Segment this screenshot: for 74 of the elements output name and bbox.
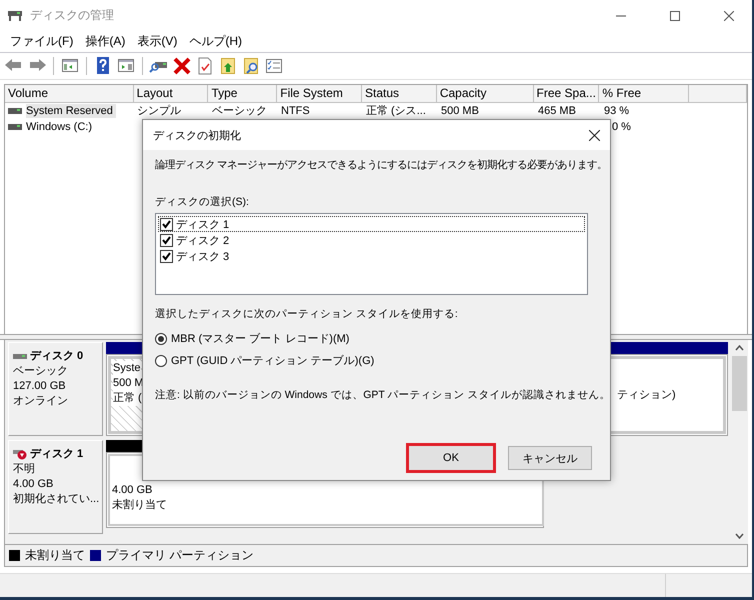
disk-info-panel[interactable]: ディスク 1 不明 4.00 GB 初期化されてい... [8,440,103,534]
dialog-message: 論理ディスク マネージャーがアクセスできるようにするにはディスクを初期化する必要があります。 [155,158,607,173]
column-header[interactable]: File System [277,85,362,102]
list-item-label: ディスク 2 [176,234,230,248]
disk-app-icon [8,10,22,20]
volume-name[interactable]: Windows (C:) [26,120,96,134]
disk-size: 127.00 GB [13,379,66,394]
disk-name: ディスク 0 [30,349,84,364]
list-item[interactable]: ディスク 1 [158,216,585,232]
table-cell: 93 % [604,104,630,118]
table-cell: ベーシック [212,104,267,118]
scroll-up-icon[interactable] [735,345,744,351]
close-icon[interactable] [588,130,600,140]
legend-label: 未割り当て [25,547,85,564]
radio-button[interactable] [155,332,167,344]
cancel-button[interactable]: キャンセル [508,446,592,470]
volume-name[interactable]: System Reserved [26,104,116,118]
radio-label[interactable]: MBR (マスター ブート レコード)(M) [171,331,350,346]
scroll-down-icon[interactable] [735,533,744,539]
checkbox[interactable] [160,234,173,246]
window-title: ディスクの管理 [30,7,115,24]
menu-item[interactable]: 表示(V) [131,33,184,50]
dialog-title: ディスクの初期化 [153,128,242,142]
list-item-label: ディスク 1 [176,218,230,232]
folder-up-icon[interactable] [218,56,238,76]
disk-error-icon [13,450,27,460]
legend-label: プライマリ パーティション [106,547,254,564]
list-item-label: ディスク 3 [176,250,230,264]
maximize-icon[interactable] [670,10,680,20]
drive-icon [8,124,22,130]
partition-text: ティション) [617,388,676,402]
disk-list[interactable]: ディスク 1 ディスク 2 ディスク 3 [155,213,588,295]
note-text: 注意: 以前のバージョンの Windows では、GPT パーティション スタイルが認識されません。 [155,388,610,403]
radio-label[interactable]: GPT (GUID パーティション テーブル)(G) [171,353,374,368]
scroll-thumb[interactable] [732,356,747,411]
search-icon[interactable] [241,56,261,76]
list-label: ディスクの選択(S): [155,195,249,210]
column-header[interactable]: Layout [134,85,208,102]
close-icon[interactable] [724,10,734,20]
disk-size: 4.00 GB [13,477,54,492]
ok-button[interactable]: OK [406,443,496,473]
column-header[interactable]: Type [208,85,278,102]
partition-text: 未割り当て [112,498,167,513]
table-cell: 0 % [612,120,631,134]
list-item[interactable]: ディスク 3 [158,248,585,264]
table-cell: NTFS [281,104,310,118]
table-cell: 465 MB [538,104,576,118]
delete-icon[interactable] [172,56,192,76]
partition-text: 正常 ( [113,391,142,406]
disk-info-panel[interactable]: ディスク 0 ベーシック 127.00 GB オンライン [8,342,103,436]
list-item[interactable]: ディスク 2 [158,232,585,248]
table-cell: 正常 (シス... [366,104,426,118]
checklist-icon[interactable] [264,56,284,76]
menu-item[interactable]: ヘルプ(H) [183,33,248,50]
disk-type: ベーシック [13,364,68,379]
menu-item[interactable]: ファイル(F) [4,33,80,50]
column-header[interactable]: Status [362,85,437,102]
column-header[interactable]: Volume [5,85,134,102]
table-cell: 500 MB [441,104,479,118]
disk-state: 初期化されてい... [13,492,100,507]
style-label: 選択したディスクに次のパーティション スタイルを使用する: [155,307,458,322]
table-cell: シンプル [137,104,181,118]
drive-icon [8,108,22,114]
partition-text: Syste [113,361,141,376]
column-header[interactable]: Free Spa... [534,85,600,102]
checkbox[interactable] [160,218,173,230]
disk-type: 不明 [13,462,35,477]
disk-name: ディスク 1 [30,447,84,462]
column-header[interactable]: % Free [599,85,690,102]
disk-state: オンライン [13,394,68,409]
checkbox[interactable] [160,250,173,262]
radio-button[interactable] [155,354,167,366]
menu-item[interactable]: 操作(A) [79,33,132,50]
column-header[interactable]: Capacity [436,85,534,102]
